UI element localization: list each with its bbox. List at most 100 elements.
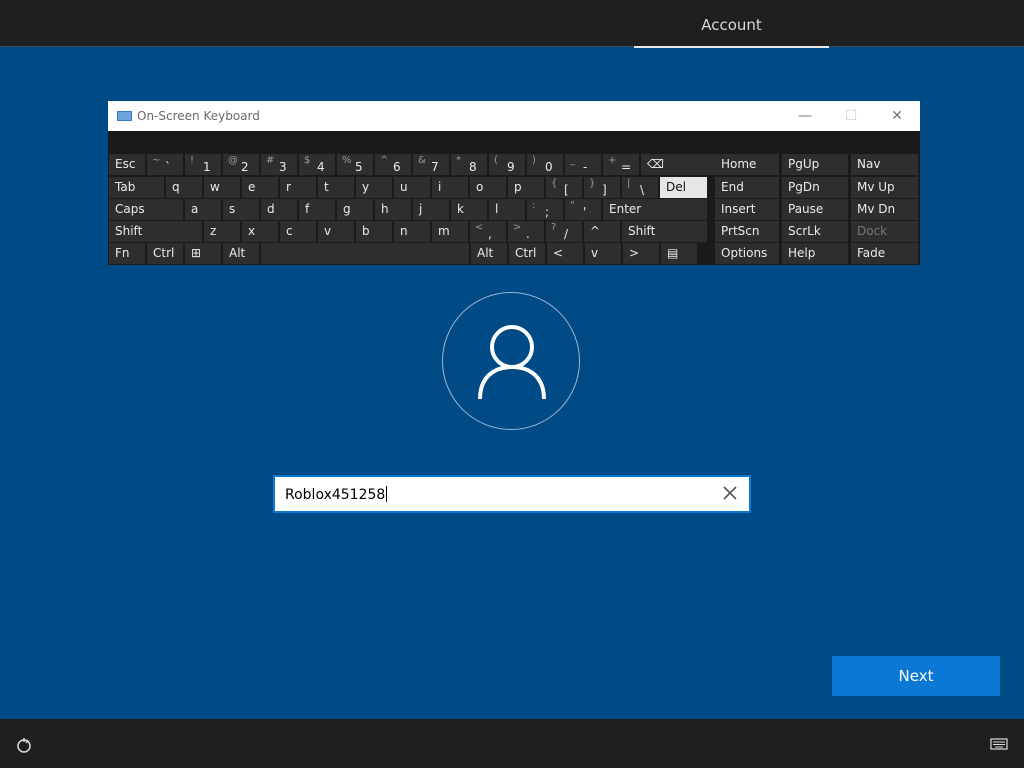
key-alt[interactable]: Alt [471,243,507,264]
key-blank[interactable]: ? / [546,221,582,242]
key-scrlk[interactable]: ScrLk [782,221,848,242]
key-s[interactable]: s [223,199,259,220]
key-dock[interactable]: Dock [851,221,918,242]
key-r[interactable]: r [280,177,316,198]
key-v[interactable]: v [318,221,354,242]
key-2[interactable]: @2 [223,154,259,175]
clear-icon[interactable] [721,484,739,502]
key-shift[interactable]: Shift [109,221,202,242]
key-insert[interactable]: Insert [715,199,779,220]
key-blank[interactable]: _ - [565,154,601,175]
key-e[interactable]: e [242,177,278,198]
key-label: g [343,202,351,216]
key-enter[interactable]: Enter [603,199,707,220]
key-label: Esc [115,157,136,171]
ease-of-access-icon[interactable] [14,736,34,754]
key-blank[interactable]: <, [470,221,506,242]
key-blank[interactable]: }] [584,177,620,198]
close-button[interactable]: ✕ [882,107,912,125]
key-ctrl[interactable]: Ctrl [147,243,183,264]
key-windows[interactable]: ⊞ [185,243,221,264]
key-backspace[interactable]: ⌫ [641,154,715,175]
key-t[interactable]: t [318,177,354,198]
key-d[interactable]: d [261,199,297,220]
key-esc[interactable]: Esc [109,154,145,175]
key-help[interactable]: Help [782,243,848,264]
key-l[interactable]: l [489,199,525,220]
key-ctrl[interactable]: Ctrl [509,243,545,264]
key-label: u [400,180,408,194]
key-z[interactable]: z [204,221,240,242]
key-label: Help [788,246,816,260]
key-h[interactable]: h [375,199,411,220]
key-i[interactable]: i [432,177,468,198]
key-c[interactable]: c [280,221,316,242]
key-j[interactable]: j [413,199,449,220]
key-7[interactable]: & 7 [413,154,449,175]
key-blank[interactable]: >. [508,221,544,242]
maximize-button[interactable]: ☐ [836,107,866,125]
key-w[interactable]: w [204,177,240,198]
key-blank[interactable]: :; [527,199,563,220]
key-menu[interactable]: ▤ [661,243,697,264]
key-mv-up[interactable]: Mv Up [851,177,918,198]
key-tab[interactable]: Tab [109,177,164,198]
key-blank[interactable]: | \ [622,177,658,198]
key-m[interactable]: m [432,221,468,242]
key-blank[interactable]: " ' [565,199,601,220]
key-u[interactable]: u [394,177,430,198]
key-f[interactable]: f [299,199,335,220]
next-button[interactable]: Next [832,656,1000,696]
key-n[interactable]: n [394,221,430,242]
key-label: k [457,202,464,216]
key-blank[interactable]: ^ [584,221,620,242]
key-1[interactable]: ! 1 [185,154,221,175]
key-label: 2 [241,160,249,174]
key-0[interactable]: ) 0 [527,154,563,175]
keyboard-toggle-icon[interactable] [990,737,1008,751]
key-fn[interactable]: Fn [109,243,145,264]
key-pgdn[interactable]: PgDn [782,177,848,198]
username-input[interactable]: Roblox451258 [273,475,751,513]
key-fade[interactable]: Fade [851,243,918,264]
key-5[interactable]: % 5 [337,154,373,175]
key-k[interactable]: k [451,199,487,220]
osk-title-bar[interactable]: On-Screen Keyboard — ☐ ✕ [108,101,920,131]
key-3[interactable]: #3 [261,154,297,175]
key-4[interactable]: $4 [299,154,335,175]
key-9[interactable]: (9 [489,154,525,175]
minimize-button[interactable]: — [790,107,820,125]
key-a[interactable]: a [185,199,221,220]
key-y[interactable]: y [356,177,392,198]
key-blank[interactable]: {[ [546,177,582,198]
key-blank[interactable]: + = [603,154,639,175]
key-space[interactable] [261,243,469,264]
key-x[interactable]: x [242,221,278,242]
key-b[interactable]: b [356,221,392,242]
username-value-wrap[interactable]: Roblox451258 [285,486,388,503]
key-pause[interactable]: Pause [782,199,848,220]
key-shift[interactable]: Shift [622,221,707,242]
key-6[interactable]: ^ 6 [375,154,411,175]
key-options[interactable]: Options [715,243,779,264]
key-p[interactable]: p [508,177,544,198]
key-g[interactable]: g [337,199,373,220]
key-o[interactable]: o [470,177,506,198]
key-8[interactable]: * 8 [451,154,487,175]
key-mv-dn[interactable]: Mv Dn [851,199,918,220]
key-caps[interactable]: Caps [109,199,183,220]
key-label: v [324,224,332,238]
key-pgup[interactable]: PgUp [782,154,848,175]
key-blank[interactable]: < [547,243,583,264]
key-v[interactable]: v [585,243,621,264]
key-alt[interactable]: Alt [223,243,259,264]
key-label: ^ [590,224,601,238]
key-prtscn[interactable]: PrtScn [715,221,779,242]
key-nav[interactable]: Nav [851,154,918,175]
key-q[interactable]: q [166,177,202,198]
key-home[interactable]: Home [715,154,779,175]
key-blank[interactable]: ~ ` [147,154,183,175]
key-blank[interactable]: > [623,243,659,264]
key-end[interactable]: End [715,177,779,198]
key-del[interactable]: Del [660,177,707,198]
